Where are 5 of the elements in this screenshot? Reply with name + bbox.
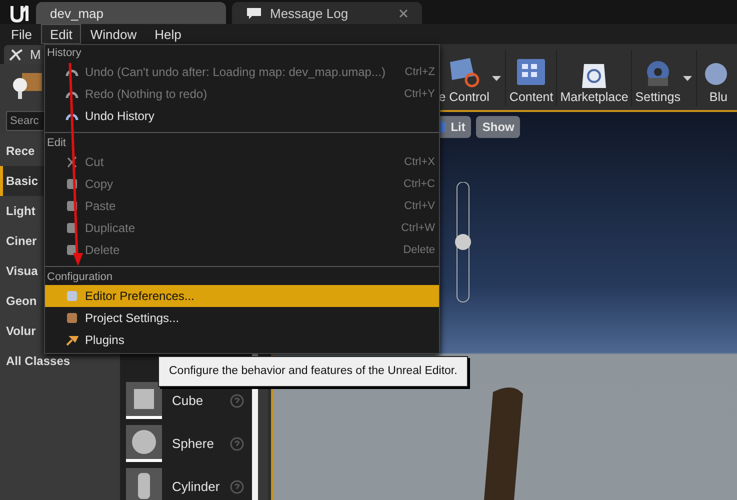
menu-section-heading: History [46,46,82,61]
menu-section-heading: Configuration [46,270,114,285]
modes-tab-label: M [30,47,41,62]
tooltip: Configure the behavior and features of the Unreal Editor. [158,356,468,387]
menu-section-heading: Edit [46,136,67,151]
